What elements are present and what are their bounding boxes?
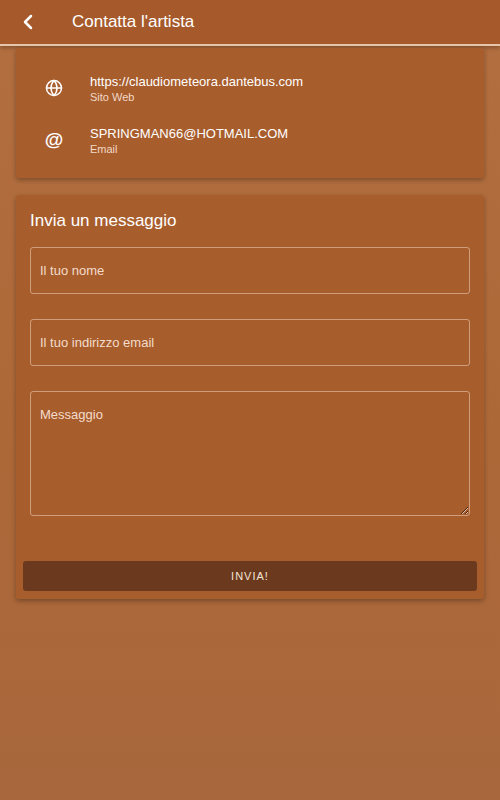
contact-value: https://claudiometeora.dantebus.com — [90, 74, 303, 89]
message-card: Invia un messaggio INVIA! — [16, 195, 484, 599]
contacts-card: https://claudiometeora.dantebus.com Sito … — [16, 48, 484, 178]
contact-text: SPRINGMAN66@HOTMAIL.COM Email — [90, 126, 288, 155]
text-field[interactable] — [30, 319, 470, 366]
send-button[interactable]: INVIA! — [23, 561, 477, 591]
message-field[interactable] — [30, 391, 470, 516]
app-bar: Contatta l'artista — [0, 0, 500, 46]
contact-page: Contatta l'artista https://claudiometeora… — [0, 0, 500, 800]
contact-row[interactable]: @ SPRINGMAN66@HOTMAIL.COM Email — [16, 114, 484, 166]
form-title: Invia un messaggio — [30, 211, 470, 231]
text-field[interactable] — [30, 247, 470, 294]
contact-label: Sito Web — [90, 91, 303, 103]
contact-value: SPRINGMAN66@HOTMAIL.COM — [90, 126, 288, 141]
contact-text: https://claudiometeora.dantebus.com Sito … — [90, 74, 303, 103]
back-icon — [16, 10, 40, 34]
globe-icon — [44, 78, 64, 98]
form-fields — [30, 247, 470, 516]
at-icon: @ — [44, 130, 64, 150]
contact-row[interactable]: https://claudiometeora.dantebus.com Sito … — [16, 62, 484, 114]
content: https://claudiometeora.dantebus.com Sito … — [0, 46, 500, 800]
contact-label: Email — [90, 143, 288, 155]
page-title: Contatta l'artista — [72, 12, 194, 32]
back-button[interactable] — [16, 10, 40, 34]
